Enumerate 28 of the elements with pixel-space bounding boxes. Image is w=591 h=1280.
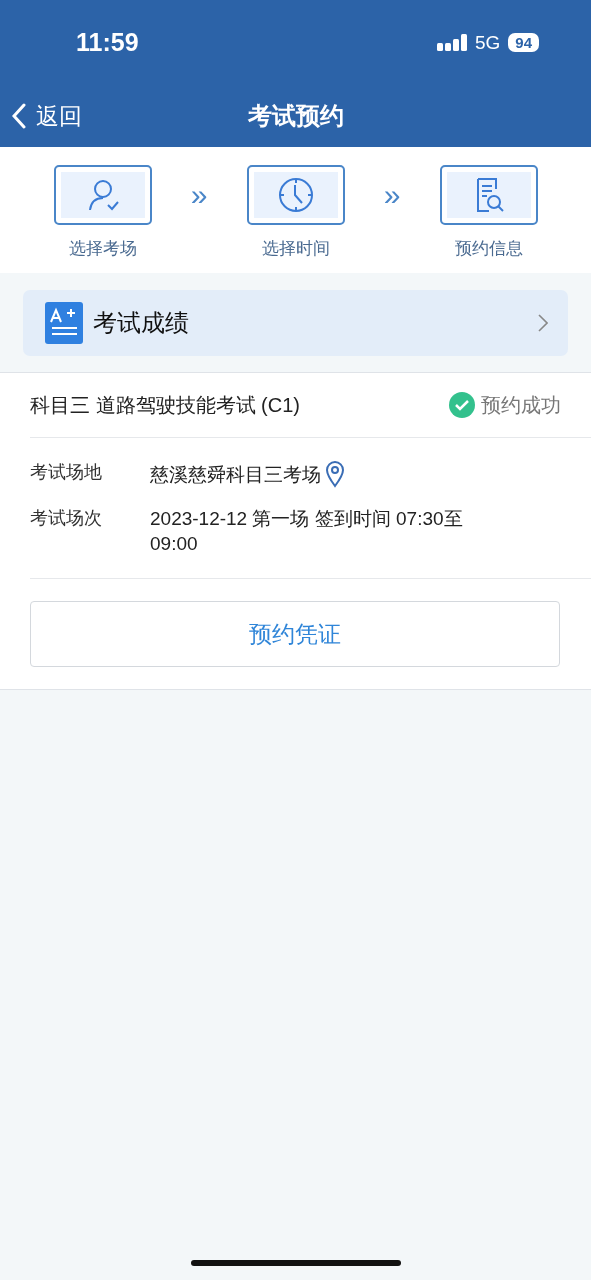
step-label: 预约信息: [454, 238, 523, 260]
back-button[interactable]: 返回: [0, 85, 94, 147]
step-tile[interactable]: [53, 165, 152, 225]
double-chevron-icon: »: [151, 165, 247, 225]
signal-icon: [436, 32, 467, 53]
clock-time: 11:59: [76, 28, 140, 57]
step-tile[interactable]: [246, 165, 345, 225]
field-value: 2023-12-12 第一场 签到时间 07:30至 09:00: [150, 507, 464, 556]
score-label: 考试成绩: [93, 308, 190, 338]
exam-title: 科目三 道路驾驶技能考试 (C1): [30, 392, 301, 418]
network-label: 5G: [474, 31, 501, 54]
grade-icon: [45, 302, 83, 344]
field-value: 慈溪慈舜科目三考场: [150, 462, 321, 487]
step-tile[interactable]: [439, 165, 538, 225]
field-label: 考试场地: [30, 461, 103, 484]
check-circle-icon: [449, 392, 475, 418]
battery-level: 94: [508, 33, 539, 52]
location-pin-icon: [325, 460, 345, 488]
status-label: 预约成功: [481, 392, 561, 418]
back-icon: [12, 103, 26, 129]
field-label: 考试场次: [30, 507, 103, 530]
voucher-button[interactable]: 预约凭证: [30, 601, 560, 667]
exam-score-row[interactable]: 考试成绩: [23, 290, 568, 356]
chevron-right-icon: [538, 314, 548, 332]
step-label: 选择时间: [261, 238, 330, 260]
page-title: 考试预约: [247, 101, 344, 131]
step-label: 选择考场: [68, 238, 137, 260]
double-chevron-icon: »: [344, 165, 440, 225]
